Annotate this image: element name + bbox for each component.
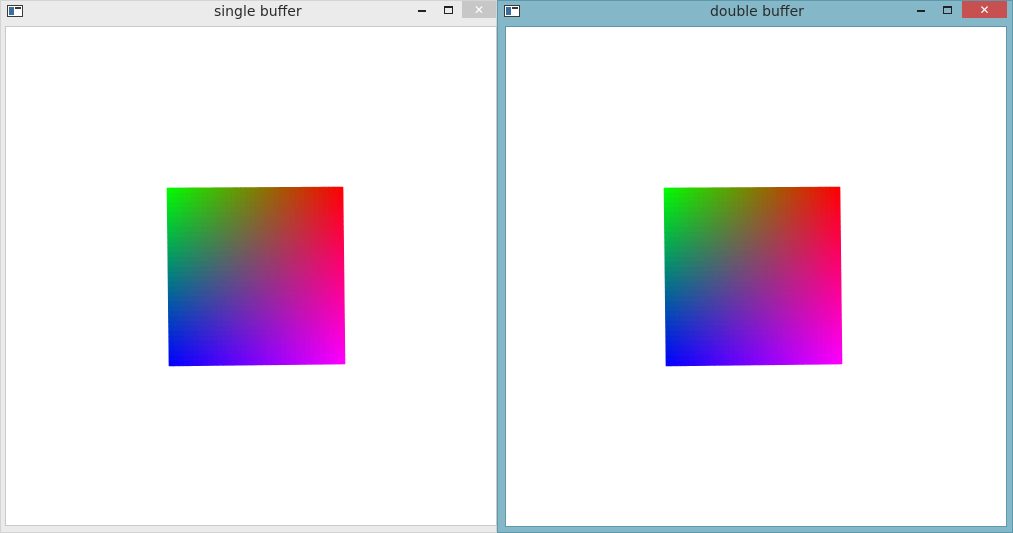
window-title: double buffer bbox=[710, 4, 804, 20]
window-title: single buffer bbox=[214, 4, 302, 20]
close-button[interactable]: ✕ bbox=[962, 1, 1007, 18]
maximize-icon bbox=[942, 5, 952, 14]
double-buffer-window: double buffer ✕ bbox=[497, 0, 1013, 533]
close-icon: ✕ bbox=[473, 2, 485, 17]
titlebar[interactable]: double buffer ✕ bbox=[498, 1, 1012, 26]
close-icon: ✕ bbox=[979, 2, 990, 17]
gradient-quad bbox=[166, 186, 346, 367]
window-app-icon[interactable] bbox=[7, 5, 23, 17]
color-quad bbox=[166, 186, 346, 367]
close-button[interactable]: ✕ bbox=[462, 1, 496, 18]
titlebar[interactable]: single buffer ✕ bbox=[1, 1, 496, 26]
single-buffer-window: single buffer ✕ bbox=[0, 0, 497, 533]
minimize-button[interactable] bbox=[908, 1, 934, 18]
window-app-icon[interactable] bbox=[504, 5, 520, 17]
maximize-icon bbox=[443, 5, 453, 14]
minimize-button[interactable] bbox=[409, 1, 435, 18]
render-canvas[interactable] bbox=[505, 26, 1007, 527]
minimize-icon bbox=[418, 10, 426, 12]
color-quad bbox=[663, 186, 843, 367]
gradient-quad bbox=[663, 186, 843, 367]
maximize-button[interactable] bbox=[435, 1, 461, 18]
maximize-button[interactable] bbox=[934, 1, 960, 18]
render-canvas[interactable] bbox=[5, 26, 497, 526]
minimize-icon bbox=[917, 10, 925, 12]
